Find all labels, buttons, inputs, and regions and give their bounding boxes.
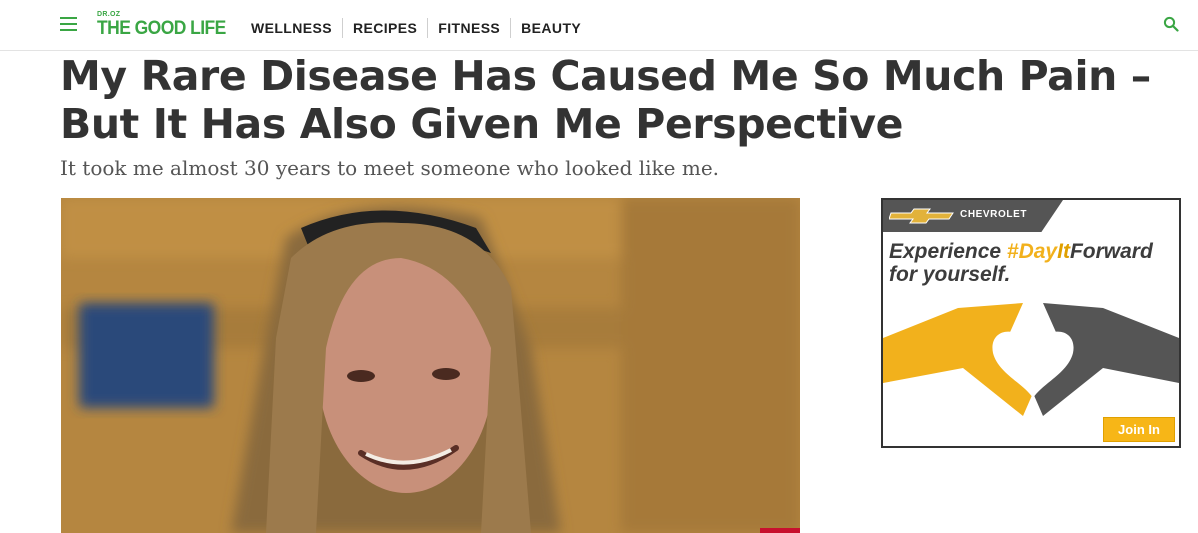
- nav-divider: [427, 18, 429, 38]
- logo-main-text: THE GOOD LIFE: [97, 18, 226, 39]
- site-logo[interactable]: DR.OZ THE GOOD LIFE: [97, 11, 237, 38]
- menu-icon[interactable]: [60, 17, 77, 31]
- photo-credit-tab: [760, 528, 800, 533]
- ad-tagline: Experience #DayItForward for yourself.: [889, 240, 1153, 286]
- nav-recipes[interactable]: RECIPES: [353, 19, 417, 37]
- site-header: DR.OZ THE GOOD LIFE WELLNESS RECIPES FIT…: [0, 0, 1198, 51]
- ad-tag-prefix: Experience: [889, 240, 1007, 263]
- chevrolet-ad[interactable]: CHEVROLET Experience #DayItForward for y…: [881, 198, 1181, 448]
- ad-hashtag-forward: Forward: [1069, 240, 1153, 263]
- ad-brand: CHEVROLET: [960, 209, 1028, 220]
- heart-hands-icon: [883, 303, 1179, 416]
- main-nav: WELLNESS RECIPES FITNESS BEAUTY: [251, 18, 581, 38]
- nav-divider: [341, 18, 343, 38]
- article-title: My Rare Disease Has Caused Me So Much Pa…: [60, 52, 1151, 148]
- nav-beauty[interactable]: BEAUTY: [521, 19, 581, 37]
- hero-image: [61, 198, 800, 533]
- hero-photo-illustration: [61, 198, 800, 533]
- ad-hashtag-it: It: [1057, 240, 1070, 263]
- join-in-button[interactable]: Join In: [1103, 417, 1175, 442]
- nav-fitness[interactable]: FITNESS: [438, 19, 500, 37]
- search-icon[interactable]: [1163, 16, 1179, 32]
- ad-hashtag-day: #Day: [1006, 240, 1058, 263]
- chevrolet-bowtie-icon: [889, 208, 954, 224]
- article-subtitle: It took me almost 30 years to meet someo…: [60, 156, 720, 180]
- nav-wellness[interactable]: WELLNESS: [251, 19, 332, 37]
- nav-divider: [510, 18, 512, 38]
- ad-tag-line2: for yourself.: [889, 263, 1011, 286]
